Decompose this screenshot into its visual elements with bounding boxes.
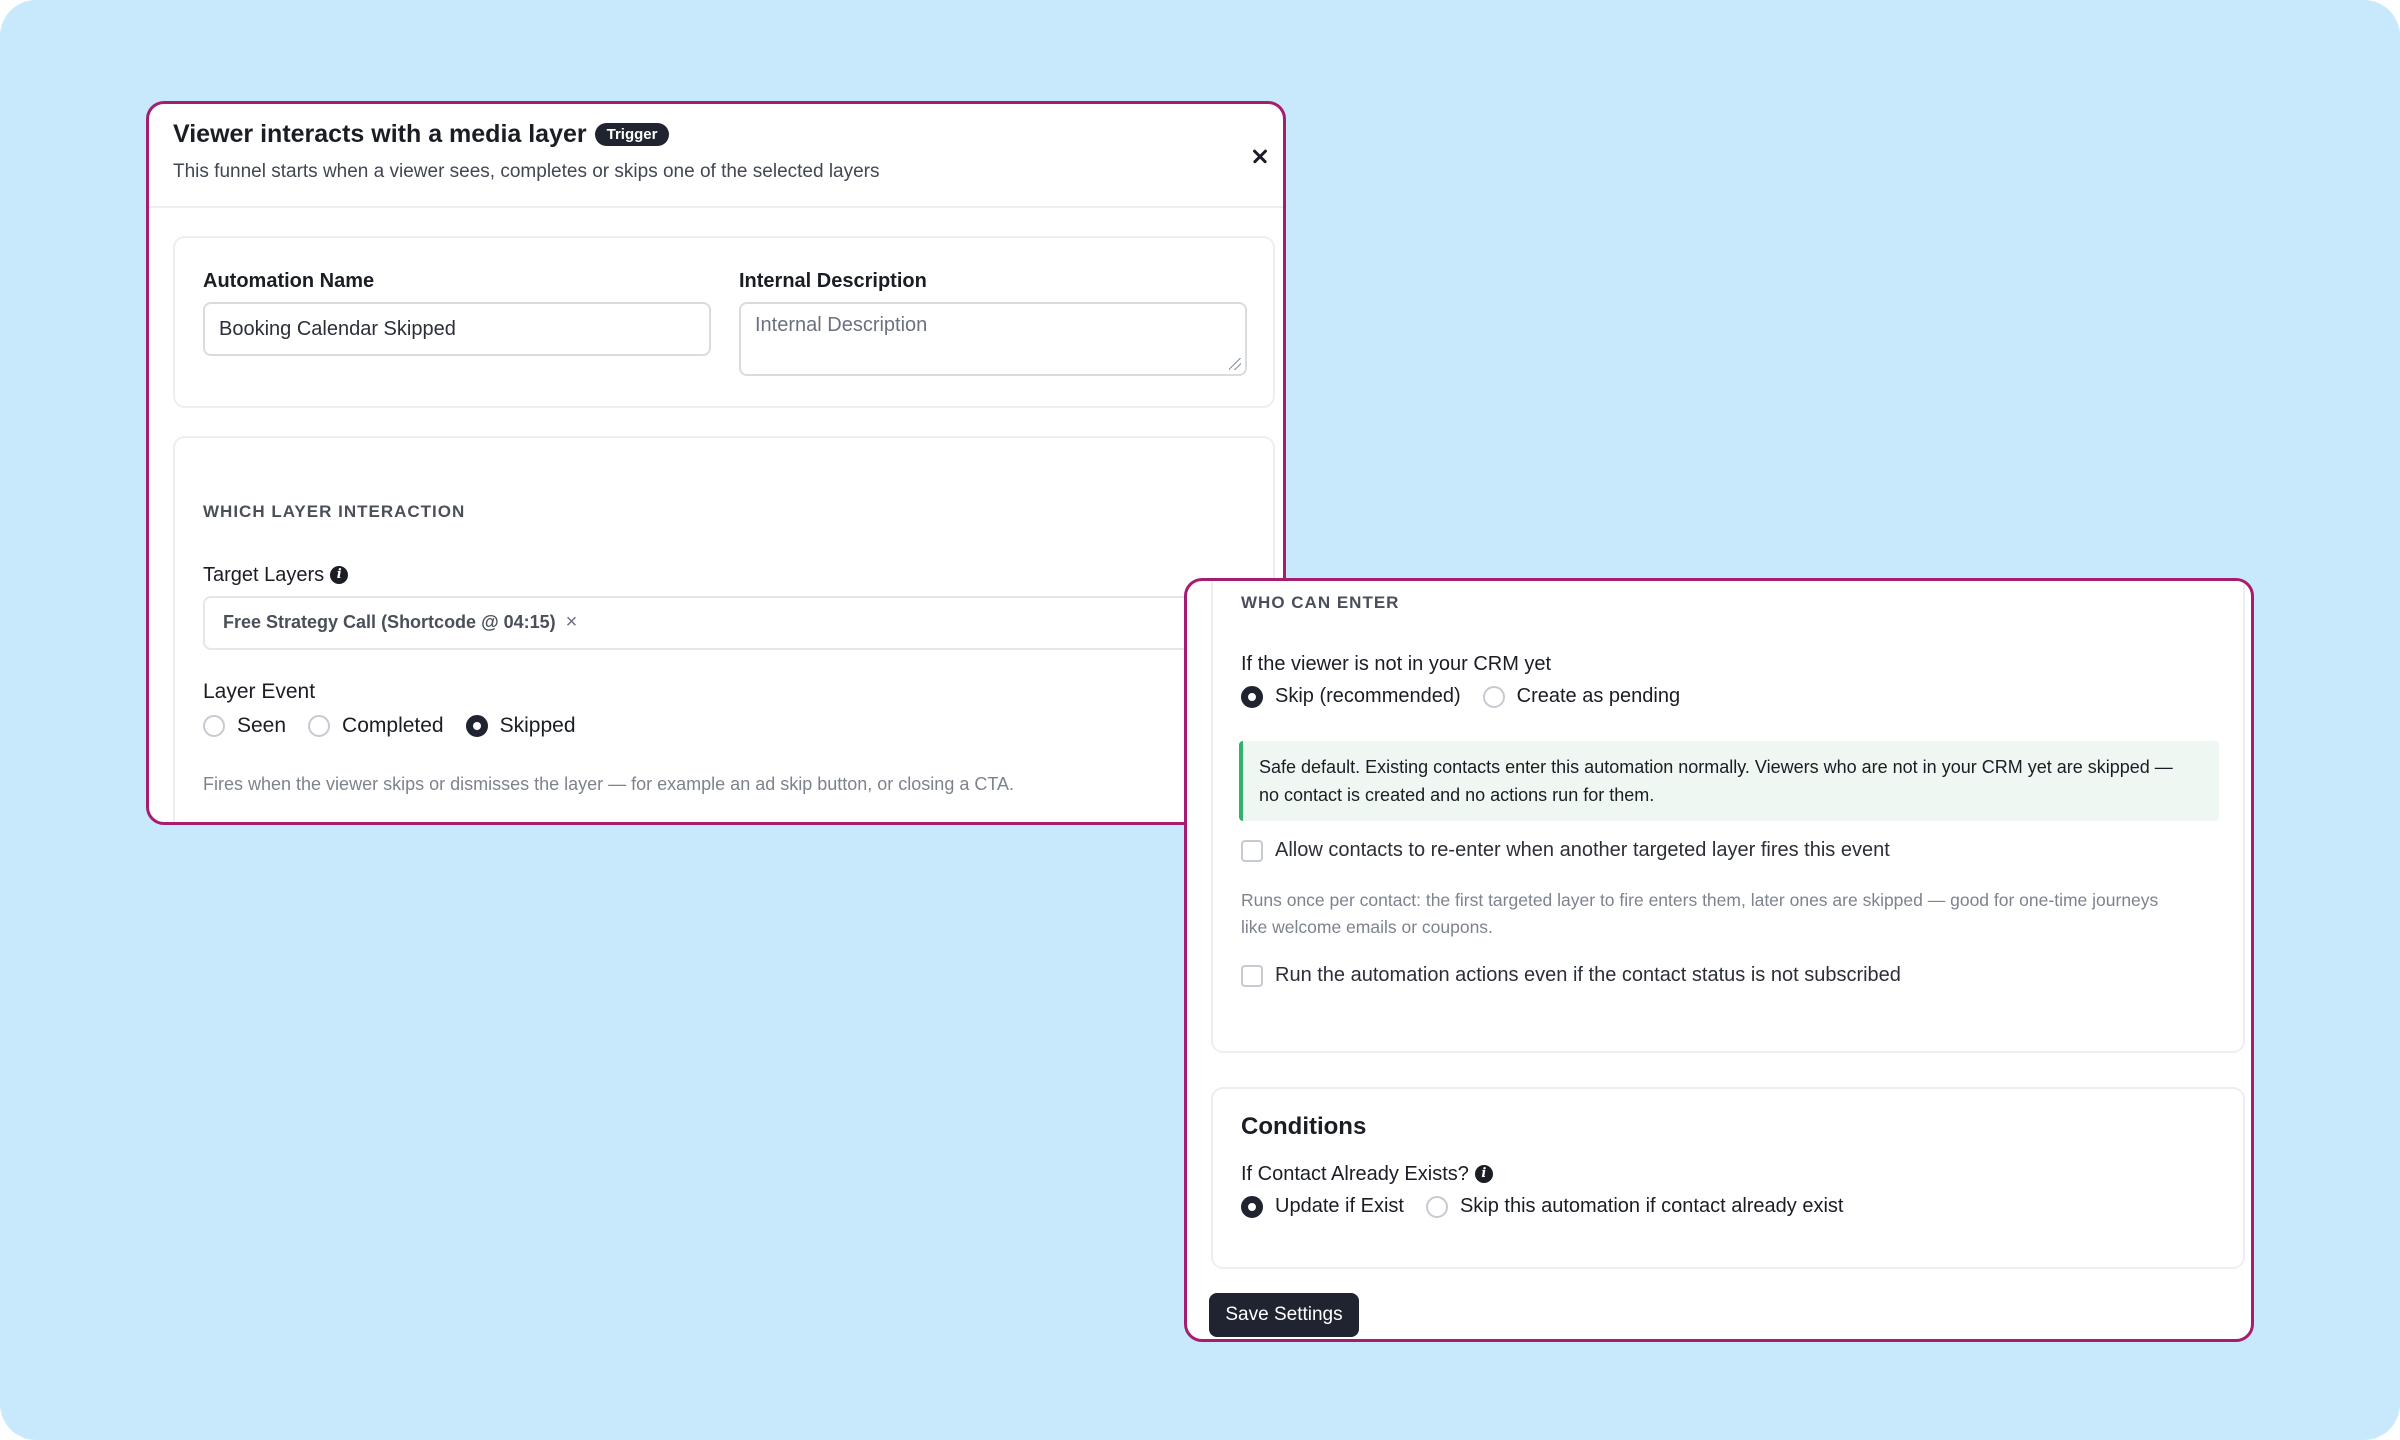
conditions-heading: Conditions [1241, 1113, 1367, 1140]
radio-update-if-exist[interactable] [1241, 1195, 1263, 1218]
info-icon[interactable]: i [330, 566, 349, 584]
save-settings-button[interactable]: Save Settings [1209, 1293, 1359, 1337]
radio-seen[interactable] [203, 715, 225, 737]
conditions-card: Conditions If Contact Already Exists? i U… [1211, 1087, 2245, 1269]
radio-completed-label: Completed [342, 714, 444, 737]
crm-question-label: If the viewer is not in your CRM yet [1241, 653, 1552, 675]
internal-description-label: Internal Description [739, 270, 927, 292]
unsubscribed-checkbox[interactable] [1241, 964, 1263, 987]
contact-exists-label: If Contact Already Exists? [1241, 1163, 1469, 1185]
who-can-enter-heading: WHO CAN ENTER [1241, 593, 1400, 612]
entry-settings-panel: WHO CAN ENTER If the viewer is not in yo… [1184, 578, 2254, 1342]
chip-label: Free Strategy Call (Shortcode @ 04:15) [223, 612, 556, 632]
radio-skip-automation-label: Skip this automation if contact already … [1459, 1195, 1844, 1217]
layer-event-help: Fires when the viewer skips or dismisses… [203, 774, 1015, 794]
modal-title-row: Viewer interacts with a media layer Trig… [173, 120, 670, 149]
layer-event-label: Layer Event [203, 680, 316, 703]
automation-name-label: Automation Name [203, 270, 375, 292]
reenter-option: Allow contacts to re-enter when another … [1241, 839, 1890, 862]
radio-skipped[interactable] [465, 715, 488, 737]
radio-create-pending-label: Create as pending [1516, 685, 1681, 707]
reenter-help-line-2: like welcome emails or coupons. [1241, 917, 1493, 937]
close-icon[interactable] [1247, 142, 1275, 170]
internal-description-field[interactable]: Internal Description [739, 302, 1247, 376]
trigger-badge: Trigger [594, 123, 670, 146]
who-can-enter-card: WHO CAN ENTER If the viewer is not in yo… [1211, 581, 2245, 1053]
chip-remove-icon[interactable]: × [566, 611, 578, 634]
radio-completed[interactable] [308, 715, 331, 737]
automation-name-input[interactable] [203, 302, 711, 356]
target-layers-label: Target Layers [203, 564, 325, 586]
modal-title: Viewer interacts with a media layer [173, 120, 587, 148]
radio-seen-label: Seen [237, 714, 287, 737]
resize-handle-icon[interactable] [1229, 358, 1241, 370]
info-icon[interactable]: i [1474, 1165, 1493, 1183]
target-layers-select[interactable]: Free Strategy Call (Shortcode @ 04:15) × [203, 596, 1283, 650]
contact-exists-label-row: If Contact Already Exists? i [1241, 1163, 1493, 1186]
contact-exists-radio-group: Update if Exist Skip this automation if … [1241, 1195, 1865, 1218]
radio-update-label: Update if Exist [1275, 1195, 1404, 1217]
radio-skipped-label: Skipped [499, 714, 576, 737]
layer-event-radio-group: Seen Completed Skipped [203, 714, 598, 738]
layer-interaction-card: WHICH LAYER INTERACTION Target Layers i F… [173, 436, 1283, 822]
modal-subtitle: This funnel starts when a viewer sees, c… [173, 161, 880, 182]
radio-skip-recommended[interactable] [1241, 685, 1263, 708]
internal-description-placeholder: Internal Description [755, 314, 928, 336]
unsubscribed-option: Run the automation actions even if the c… [1241, 964, 1901, 987]
unsubscribed-label: Run the automation actions even if the c… [1275, 964, 1901, 986]
trigger-settings-modal: Viewer interacts with a media layer Trig… [146, 101, 1286, 825]
radio-skip-automation[interactable] [1425, 1195, 1448, 1218]
reenter-help-line-1: Runs once per contact: the first targete… [1241, 890, 2159, 910]
canvas-background: Viewer interacts with a media layer Trig… [0, 0, 2400, 1440]
reenter-label: Allow contacts to re-enter when another … [1275, 839, 1890, 861]
radio-skip-label: Skip (recommended) [1275, 685, 1461, 707]
section-heading: WHICH LAYER INTERACTION [203, 502, 466, 521]
reenter-help: Runs once per contact: the first targete… [1241, 887, 2158, 941]
reenter-checkbox[interactable] [1241, 839, 1263, 862]
safe-default-notice: Safe default. Existing contacts enter th… [1239, 741, 2219, 821]
notice-line-2: no contact is created and no actions run… [1259, 785, 1655, 805]
automation-details-card: Automation Name Internal Description Int… [173, 236, 1275, 408]
modal-header: Viewer interacts with a media layer Trig… [149, 104, 1283, 208]
radio-create-pending[interactable] [1482, 685, 1505, 708]
target-layers-label-row: Target Layers i [203, 564, 349, 587]
crm-radio-group: Skip (recommended) Create as pending [1241, 685, 1702, 708]
notice-line-1: Safe default. Existing contacts enter th… [1259, 757, 2173, 777]
selected-layer-chip: Free Strategy Call (Shortcode @ 04:15) × [223, 611, 577, 634]
